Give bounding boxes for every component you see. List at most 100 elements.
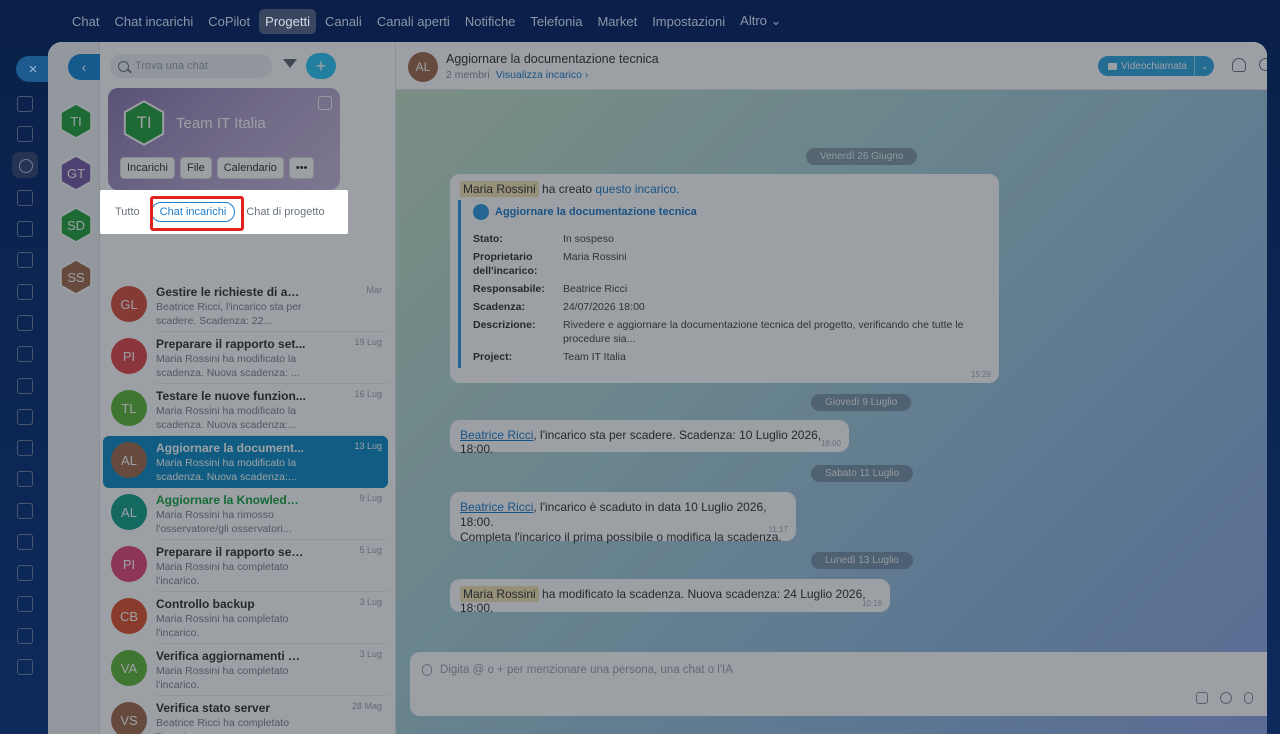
apps-icon[interactable] bbox=[1196, 692, 1208, 704]
project-avatar-gt[interactable]: GT bbox=[59, 155, 93, 191]
field-label: Project: bbox=[473, 351, 513, 363]
analytics-icon[interactable] bbox=[17, 565, 33, 581]
chat-preview: Maria Rossini ha completato l'incarico. bbox=[156, 665, 289, 691]
chat-title: Aggiornare la document... bbox=[156, 441, 305, 455]
chat-preview: Beatrice Ricci ha completato l'incarico. bbox=[156, 717, 290, 734]
list-item[interactable]: CB Controllo backup 3 Lug Maria Rossini … bbox=[103, 592, 388, 644]
add-user-icon[interactable] bbox=[1232, 58, 1246, 72]
video-call-button[interactable]: Videochiamata ⌄ bbox=[1098, 56, 1214, 76]
search-icon bbox=[118, 60, 129, 72]
date-separator: Giovedì 9 Luglio bbox=[811, 394, 912, 411]
chat-icon[interactable] bbox=[17, 96, 33, 112]
paperclip-icon[interactable] bbox=[422, 664, 432, 676]
incarichi-button[interactable]: Incarichi bbox=[120, 157, 175, 179]
message-input[interactable] bbox=[440, 660, 1140, 680]
list-item[interactable]: VS Verifica stato server 28 Mag Beatrice… bbox=[103, 696, 388, 734]
more-icon[interactable] bbox=[17, 659, 33, 675]
calendar-icon[interactable] bbox=[17, 252, 33, 268]
avatar[interactable]: AL bbox=[408, 52, 438, 82]
emoji-icon[interactable] bbox=[1220, 692, 1232, 704]
list-item[interactable]: VA Verifica aggiornamenti di ... 3 Lug M… bbox=[103, 644, 388, 696]
store-icon[interactable] bbox=[17, 471, 33, 487]
copilot-icon[interactable] bbox=[17, 190, 33, 206]
calendario-button[interactable]: Calendario bbox=[216, 157, 284, 179]
cart-icon[interactable] bbox=[17, 440, 33, 456]
task-card-title[interactable]: Aggiornare la documentazione tecnica bbox=[495, 206, 697, 218]
chat-preview: Maria Rossini ha completato l'incarico. bbox=[156, 561, 289, 587]
search-input[interactable] bbox=[135, 60, 265, 72]
nav-notifiche[interactable]: Notifiche bbox=[459, 9, 522, 34]
project-avatar-sd[interactable]: SD bbox=[59, 207, 93, 243]
nav-altro[interactable]: Altro ⌄ bbox=[734, 8, 787, 34]
board-icon[interactable] bbox=[17, 284, 33, 300]
sites-icon[interactable] bbox=[17, 503, 33, 519]
camera-icon bbox=[1108, 62, 1117, 70]
list-item[interactable]: AL Aggiornare la Knowledge ... 9 Lug Mar… bbox=[103, 488, 388, 540]
add-button[interactable]: + bbox=[306, 53, 336, 79]
chat-title: Controllo backup bbox=[156, 597, 255, 611]
mention-author[interactable]: Maria Rossini bbox=[460, 181, 539, 197]
file-button[interactable]: File bbox=[179, 157, 212, 179]
filter-icon[interactable] bbox=[17, 409, 33, 425]
list-item[interactable]: PI Preparare il rapporto setti... 5 Lug … bbox=[103, 540, 388, 592]
mention-user[interactable]: Beatrice Ricci bbox=[460, 500, 533, 514]
microphone-icon[interactable] bbox=[1244, 692, 1253, 704]
message-overdue: Beatrice Ricci, l'incarico è scaduto in … bbox=[450, 492, 796, 544]
nav-chat[interactable]: Chat bbox=[66, 9, 105, 34]
more-button[interactable]: ••• bbox=[288, 157, 315, 179]
nav-market[interactable]: Market bbox=[591, 9, 643, 34]
mention-user[interactable]: Beatrice Ricci bbox=[460, 428, 533, 442]
mention-author[interactable]: Maria Rossini bbox=[460, 586, 539, 602]
avatar: CB bbox=[111, 598, 147, 634]
projects-icon[interactable] bbox=[12, 152, 38, 178]
chat-title: Testare le nuove funzion... bbox=[156, 389, 306, 403]
automation-icon[interactable] bbox=[17, 534, 33, 550]
nav-canali[interactable]: Canali bbox=[319, 9, 368, 34]
view-task-link[interactable]: Visualizza incarico › bbox=[496, 69, 589, 81]
search-icon[interactable] bbox=[1259, 58, 1267, 71]
nav-progetti[interactable]: Progetti bbox=[259, 8, 316, 34]
file-icon[interactable] bbox=[17, 315, 33, 331]
tab-tutto[interactable]: Tutto bbox=[110, 202, 145, 222]
chat-date: 3 Lug bbox=[359, 597, 382, 607]
chat-title: Verifica aggiornamenti di ... bbox=[156, 649, 306, 663]
mail-icon[interactable] bbox=[17, 378, 33, 394]
tasks-icon[interactable] bbox=[17, 126, 33, 142]
project-avatar-ss[interactable]: SS bbox=[59, 259, 93, 295]
nav-impostazioni[interactable]: Impostazioni bbox=[646, 9, 731, 34]
search-box[interactable] bbox=[110, 54, 272, 78]
open-external-icon[interactable] bbox=[318, 96, 332, 110]
list-item[interactable]: GL Gestire le richieste di assis... Mar … bbox=[103, 280, 388, 332]
nav-copilot[interactable]: CoPilot bbox=[202, 9, 256, 34]
chat-header-title: Aggiornare la documentazione tecnica bbox=[446, 52, 659, 66]
tab-chat-di-progetto[interactable]: Chat di progetto bbox=[241, 202, 329, 222]
documents-icon[interactable] bbox=[17, 221, 33, 237]
apps-icon[interactable] bbox=[17, 628, 33, 644]
chat-date: 28 Mag bbox=[351, 701, 382, 711]
list-item[interactable]: TL Testare le nuove funzion... 16 Lug Ma… bbox=[103, 384, 388, 436]
chat-date: 16 Lug bbox=[354, 389, 382, 399]
settings-icon[interactable] bbox=[17, 596, 33, 612]
nav-telefonia[interactable]: Telefonia bbox=[524, 9, 588, 34]
members-count[interactable]: 2 membri bbox=[446, 69, 490, 81]
nav-chat-incarichi[interactable]: Chat incarichi bbox=[108, 9, 199, 34]
chat-date: 5 Lug bbox=[359, 545, 382, 555]
filter-icon[interactable] bbox=[283, 59, 297, 68]
chevron-down-icon[interactable]: ⌄ bbox=[1194, 56, 1214, 76]
projects-column: ‹ TI GT SD SS bbox=[48, 42, 100, 734]
field-value: 24/07/2026 18:00 bbox=[563, 301, 645, 313]
nav-canali-aperti[interactable]: Canali aperti bbox=[371, 9, 456, 34]
task-link[interactable]: questo incarico. bbox=[595, 182, 679, 196]
list-item-selected[interactable]: AL Aggiornare la document... 13 Lug Mari… bbox=[103, 436, 388, 488]
chat-preview: Maria Rossini ha modificato la scadenza.… bbox=[156, 457, 297, 483]
list-item[interactable]: PI Preparare il rapporto set... 19 Lug M… bbox=[103, 332, 388, 384]
drive-icon[interactable] bbox=[17, 346, 33, 362]
close-button[interactable]: × bbox=[16, 56, 50, 82]
chat-date: Mar bbox=[366, 285, 383, 295]
field-value: Beatrice Ricci bbox=[563, 283, 628, 295]
message-time: 15:29 bbox=[970, 370, 991, 379]
back-button[interactable]: ‹ bbox=[68, 54, 100, 80]
highlight-frame bbox=[150, 196, 244, 231]
date-separator: Lunedì 13 Luglio bbox=[811, 552, 913, 569]
project-avatar-ti[interactable]: TI bbox=[59, 103, 93, 139]
